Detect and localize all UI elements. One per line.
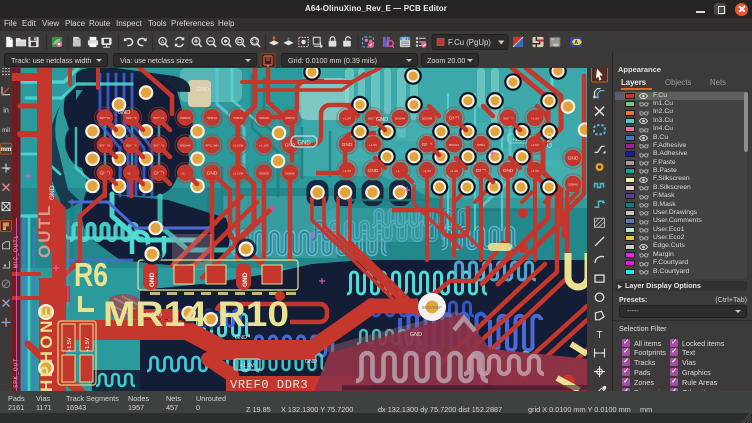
svg-text:+1.10V: +1.10V <box>259 144 270 148</box>
svg-text:505046: 505046 <box>395 117 406 121</box>
svg-text:GND: GND <box>297 141 311 147</box>
svg-text:+1.5V: +1.5V <box>67 337 73 352</box>
svg-text:GND: GND <box>305 359 317 365</box>
svg-text:GND: GND <box>376 117 388 123</box>
svg-text:505I60: 505I60 <box>259 171 269 175</box>
svg-text:in: in <box>3 108 9 115</box>
svg-text:+1.5V: +1.5V <box>85 337 91 352</box>
svg-text:505041: 505041 <box>449 143 460 147</box>
svg-text:+1.1VM: +1.1VM <box>233 171 244 175</box>
svg-text:+1.5V: +1.5V <box>369 143 378 147</box>
svg-text:505I40: 505I40 <box>568 183 578 187</box>
svg-text:GND: GND <box>118 110 130 116</box>
svg-text:mm: mm <box>1 147 12 153</box>
svg-text:GND: GND <box>568 156 579 162</box>
svg-text:505I4: 505I4 <box>477 143 485 147</box>
svg-text:+1.50: +1.50 <box>423 169 431 173</box>
svg-text:505045: 505045 <box>422 117 433 121</box>
svg-text:mil: mil <box>2 128 10 134</box>
svg-text:F.Cu (PgUp): F.Cu (PgUp) <box>448 38 491 47</box>
svg-text:GND: GND <box>342 142 353 148</box>
svg-text:R6: R6 <box>74 256 108 293</box>
svg-text:A: A <box>161 39 165 45</box>
svg-text:+1.5V: +1.5V <box>343 117 352 121</box>
svg-text:505I43: 505I43 <box>233 116 243 120</box>
svg-text:GND: GND <box>149 272 156 287</box>
svg-text:GND: GND <box>547 132 554 148</box>
svg-text:GND: GND <box>242 272 249 287</box>
svg-text:OUTL: OUTL <box>35 204 54 258</box>
svg-text:+1.1VM: +1.1VM <box>233 144 244 148</box>
svg-text:+1.5V: +1.5V <box>531 117 540 121</box>
svg-text:A: A <box>574 40 578 46</box>
svg-text:505I43: 505I43 <box>207 116 217 120</box>
svg-text:GND: GND <box>235 335 247 341</box>
svg-text:505VREF: 505VREF <box>422 305 442 310</box>
svg-text:GND: GND <box>207 170 218 176</box>
svg-text:505A44: 505A44 <box>180 144 191 148</box>
svg-text:GND: GND <box>49 185 56 200</box>
svg-text:GND: GND <box>285 143 296 149</box>
svg-text:+1.5V: +1.5V <box>531 169 540 173</box>
svg-text:PPS_WH: PPS_WH <box>205 144 218 148</box>
svg-text:+1.5V: +1.5V <box>531 143 540 147</box>
svg-text:HPHONE: HPHONE <box>37 304 56 392</box>
svg-text:T: T <box>596 330 602 341</box>
svg-text:GND: GND <box>368 168 379 174</box>
svg-text:+1.5V: +1.5V <box>240 363 255 369</box>
svg-text:VREF0 DDR3: VREF0 DDR3 <box>230 378 308 392</box>
svg-text:+1.5V: +1.5V <box>343 169 352 173</box>
svg-text:NET: NET <box>402 37 409 41</box>
svg-text:+1.00: +1.00 <box>450 169 458 173</box>
svg-text:505I6X: 505I6X <box>285 116 295 120</box>
svg-text:GND: GND <box>410 332 422 338</box>
svg-text:GND: GND <box>197 87 209 93</box>
svg-text:505043: 505043 <box>180 116 191 120</box>
svg-text:505I6X: 505I6X <box>259 116 269 120</box>
svg-text:GND: GND <box>503 168 514 174</box>
svg-text:505I6b: 505I6b <box>285 171 295 175</box>
svg-text:MR14 R10: MR14 R10 <box>103 295 289 334</box>
